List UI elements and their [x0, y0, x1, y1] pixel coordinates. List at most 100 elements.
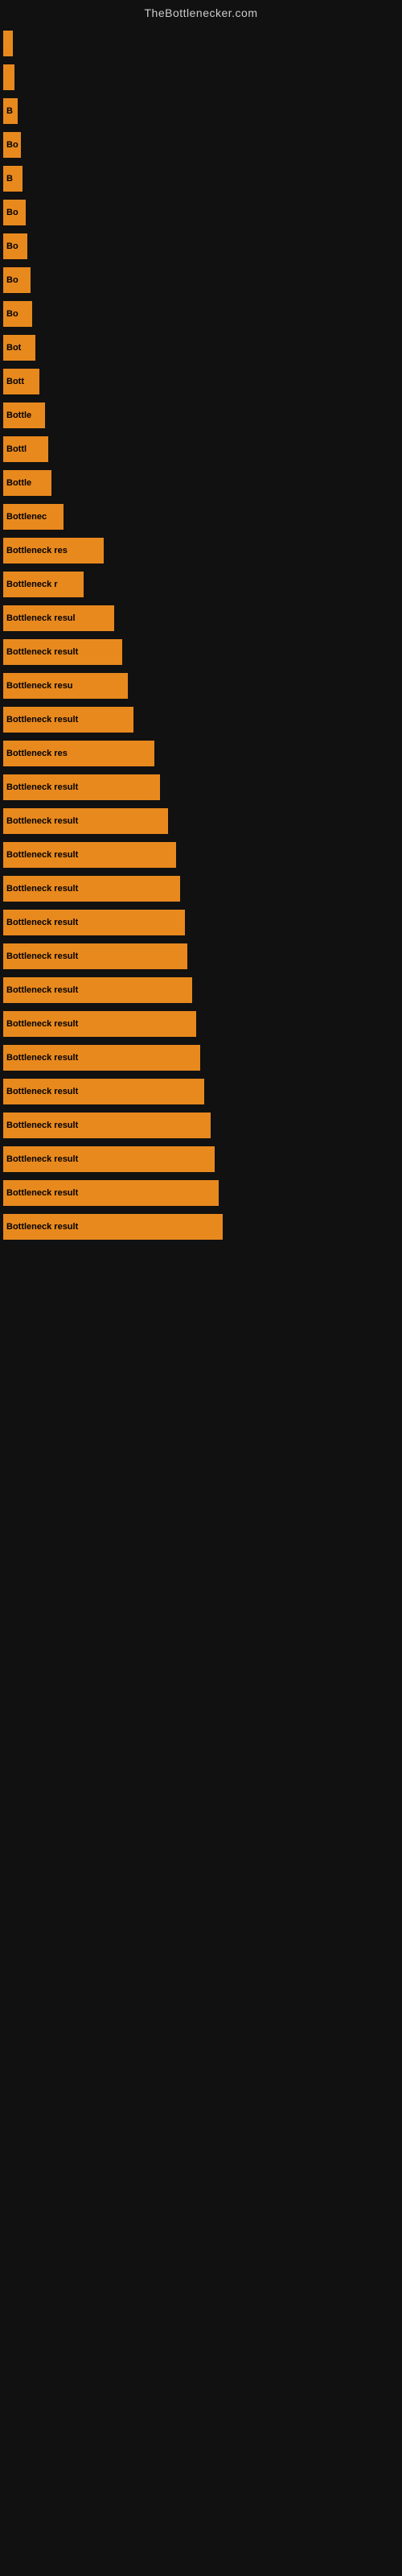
bar-label-23: Bottleneck result [6, 782, 78, 792]
bar-36: Bottleneck result [3, 1214, 223, 1240]
bar-row-34: Bottleneck result [0, 1146, 402, 1172]
site-title: TheBottlenecker.com [0, 0, 402, 23]
bar-24: Bottleneck result [3, 808, 168, 834]
bar-row-7: Bo [0, 233, 402, 259]
bar-label-21: Bottleneck result [6, 715, 78, 724]
bar-row-23: Bottleneck result [0, 774, 402, 800]
bar-23: Bottleneck result [3, 774, 160, 800]
bar-14: Bottle [3, 470, 51, 496]
bar-row-28: Bottleneck result [0, 943, 402, 969]
bar-row-30: Bottleneck result [0, 1011, 402, 1037]
bar-row-35: Bottleneck result [0, 1180, 402, 1206]
bar-18: Bottleneck resul [3, 605, 114, 631]
bar-label-17: Bottleneck r [6, 580, 58, 589]
bar-3: B [3, 98, 18, 124]
bar-label-29: Bottleneck result [6, 985, 78, 995]
bar-label-16: Bottleneck res [6, 546, 68, 555]
bar-row-9: Bo [0, 301, 402, 327]
bar-row-25: Bottleneck result [0, 842, 402, 868]
bar-row-13: Bottl [0, 436, 402, 462]
bar-row-27: Bottleneck result [0, 910, 402, 935]
bar-27: Bottleneck result [3, 910, 185, 935]
bar-12: Bottle [3, 402, 45, 428]
bar-13: Bottl [3, 436, 48, 462]
bar-31: Bottleneck result [3, 1045, 200, 1071]
bar-label-26: Bottleneck result [6, 884, 78, 894]
bar-21: Bottleneck result [3, 707, 133, 733]
bar-label-35: Bottleneck result [6, 1188, 78, 1198]
bar-25: Bottleneck result [3, 842, 176, 868]
bar-row-1 [0, 31, 402, 56]
bar-row-31: Bottleneck result [0, 1045, 402, 1071]
bar-30: Bottleneck result [3, 1011, 196, 1037]
bar-11: Bott [3, 369, 39, 394]
bar-34: Bottleneck result [3, 1146, 215, 1172]
bar-row-20: Bottleneck resu [0, 673, 402, 699]
bar-label-15: Bottlenec [6, 512, 47, 522]
bar-label-19: Bottleneck result [6, 647, 78, 657]
bar-row-36: Bottleneck result [0, 1214, 402, 1240]
bar-label-22: Bottleneck res [6, 749, 68, 758]
bar-label-20: Bottleneck resu [6, 681, 73, 691]
bar-label-30: Bottleneck result [6, 1019, 78, 1029]
bar-row-24: Bottleneck result [0, 808, 402, 834]
bar-33: Bottleneck result [3, 1113, 211, 1138]
bar-row-4: Bo [0, 132, 402, 158]
bar-label-5: B [6, 174, 13, 184]
bar-label-10: Bot [6, 343, 21, 353]
bar-row-26: Bottleneck result [0, 876, 402, 902]
bar-row-17: Bottleneck r [0, 572, 402, 597]
bar-19: Bottleneck result [3, 639, 122, 665]
bar-label-8: Bo [6, 275, 18, 285]
bar-label-31: Bottleneck result [6, 1053, 78, 1063]
bar-26: Bottleneck result [3, 876, 180, 902]
bar-label-6: Bo [6, 208, 18, 217]
bar-32: Bottleneck result [3, 1079, 204, 1104]
bar-9: Bo [3, 301, 32, 327]
bar-row-6: Bo [0, 200, 402, 225]
bar-row-33: Bottleneck result [0, 1113, 402, 1138]
bar-35: Bottleneck result [3, 1180, 219, 1206]
bar-label-4: Bo [6, 140, 18, 150]
bar-7: Bo [3, 233, 27, 259]
bar-row-11: Bott [0, 369, 402, 394]
bar-row-32: Bottleneck result [0, 1079, 402, 1104]
bar-label-13: Bottl [6, 444, 27, 454]
bar-row-14: Bottle [0, 470, 402, 496]
bar-29: Bottleneck result [3, 977, 192, 1003]
bar-22: Bottleneck res [3, 741, 154, 766]
bar-row-18: Bottleneck resul [0, 605, 402, 631]
bar-label-3: B [6, 106, 13, 116]
bar-17: Bottleneck r [3, 572, 84, 597]
bar-label-33: Bottleneck result [6, 1121, 78, 1130]
bar-1 [3, 31, 13, 56]
bar-row-19: Bottleneck result [0, 639, 402, 665]
bar-row-8: Bo [0, 267, 402, 293]
bar-label-36: Bottleneck result [6, 1222, 78, 1232]
bar-label-14: Bottle [6, 478, 31, 488]
bar-row-21: Bottleneck result [0, 707, 402, 733]
bar-label-18: Bottleneck resul [6, 613, 76, 623]
bar-row-10: Bot [0, 335, 402, 361]
bar-10: Bot [3, 335, 35, 361]
bar-6: Bo [3, 200, 26, 225]
bar-label-11: Bott [6, 377, 24, 386]
bar-20: Bottleneck resu [3, 673, 128, 699]
bar-28: Bottleneck result [3, 943, 187, 969]
bar-label-32: Bottleneck result [6, 1087, 78, 1096]
bar-label-7: Bo [6, 242, 18, 251]
bar-label-24: Bottleneck result [6, 816, 78, 826]
bar-row-15: Bottlenec [0, 504, 402, 530]
bar-label-25: Bottleneck result [6, 850, 78, 860]
bar-15: Bottlenec [3, 504, 64, 530]
bar-row-16: Bottleneck res [0, 538, 402, 564]
bar-4: Bo [3, 132, 21, 158]
bar-label-12: Bottle [6, 411, 31, 420]
bar-label-9: Bo [6, 309, 18, 319]
bar-row-12: Bottle [0, 402, 402, 428]
bar-row-22: Bottleneck res [0, 741, 402, 766]
bar-2 [3, 64, 14, 90]
bar-label-34: Bottleneck result [6, 1154, 78, 1164]
bar-row-5: B [0, 166, 402, 192]
bar-16: Bottleneck res [3, 538, 104, 564]
